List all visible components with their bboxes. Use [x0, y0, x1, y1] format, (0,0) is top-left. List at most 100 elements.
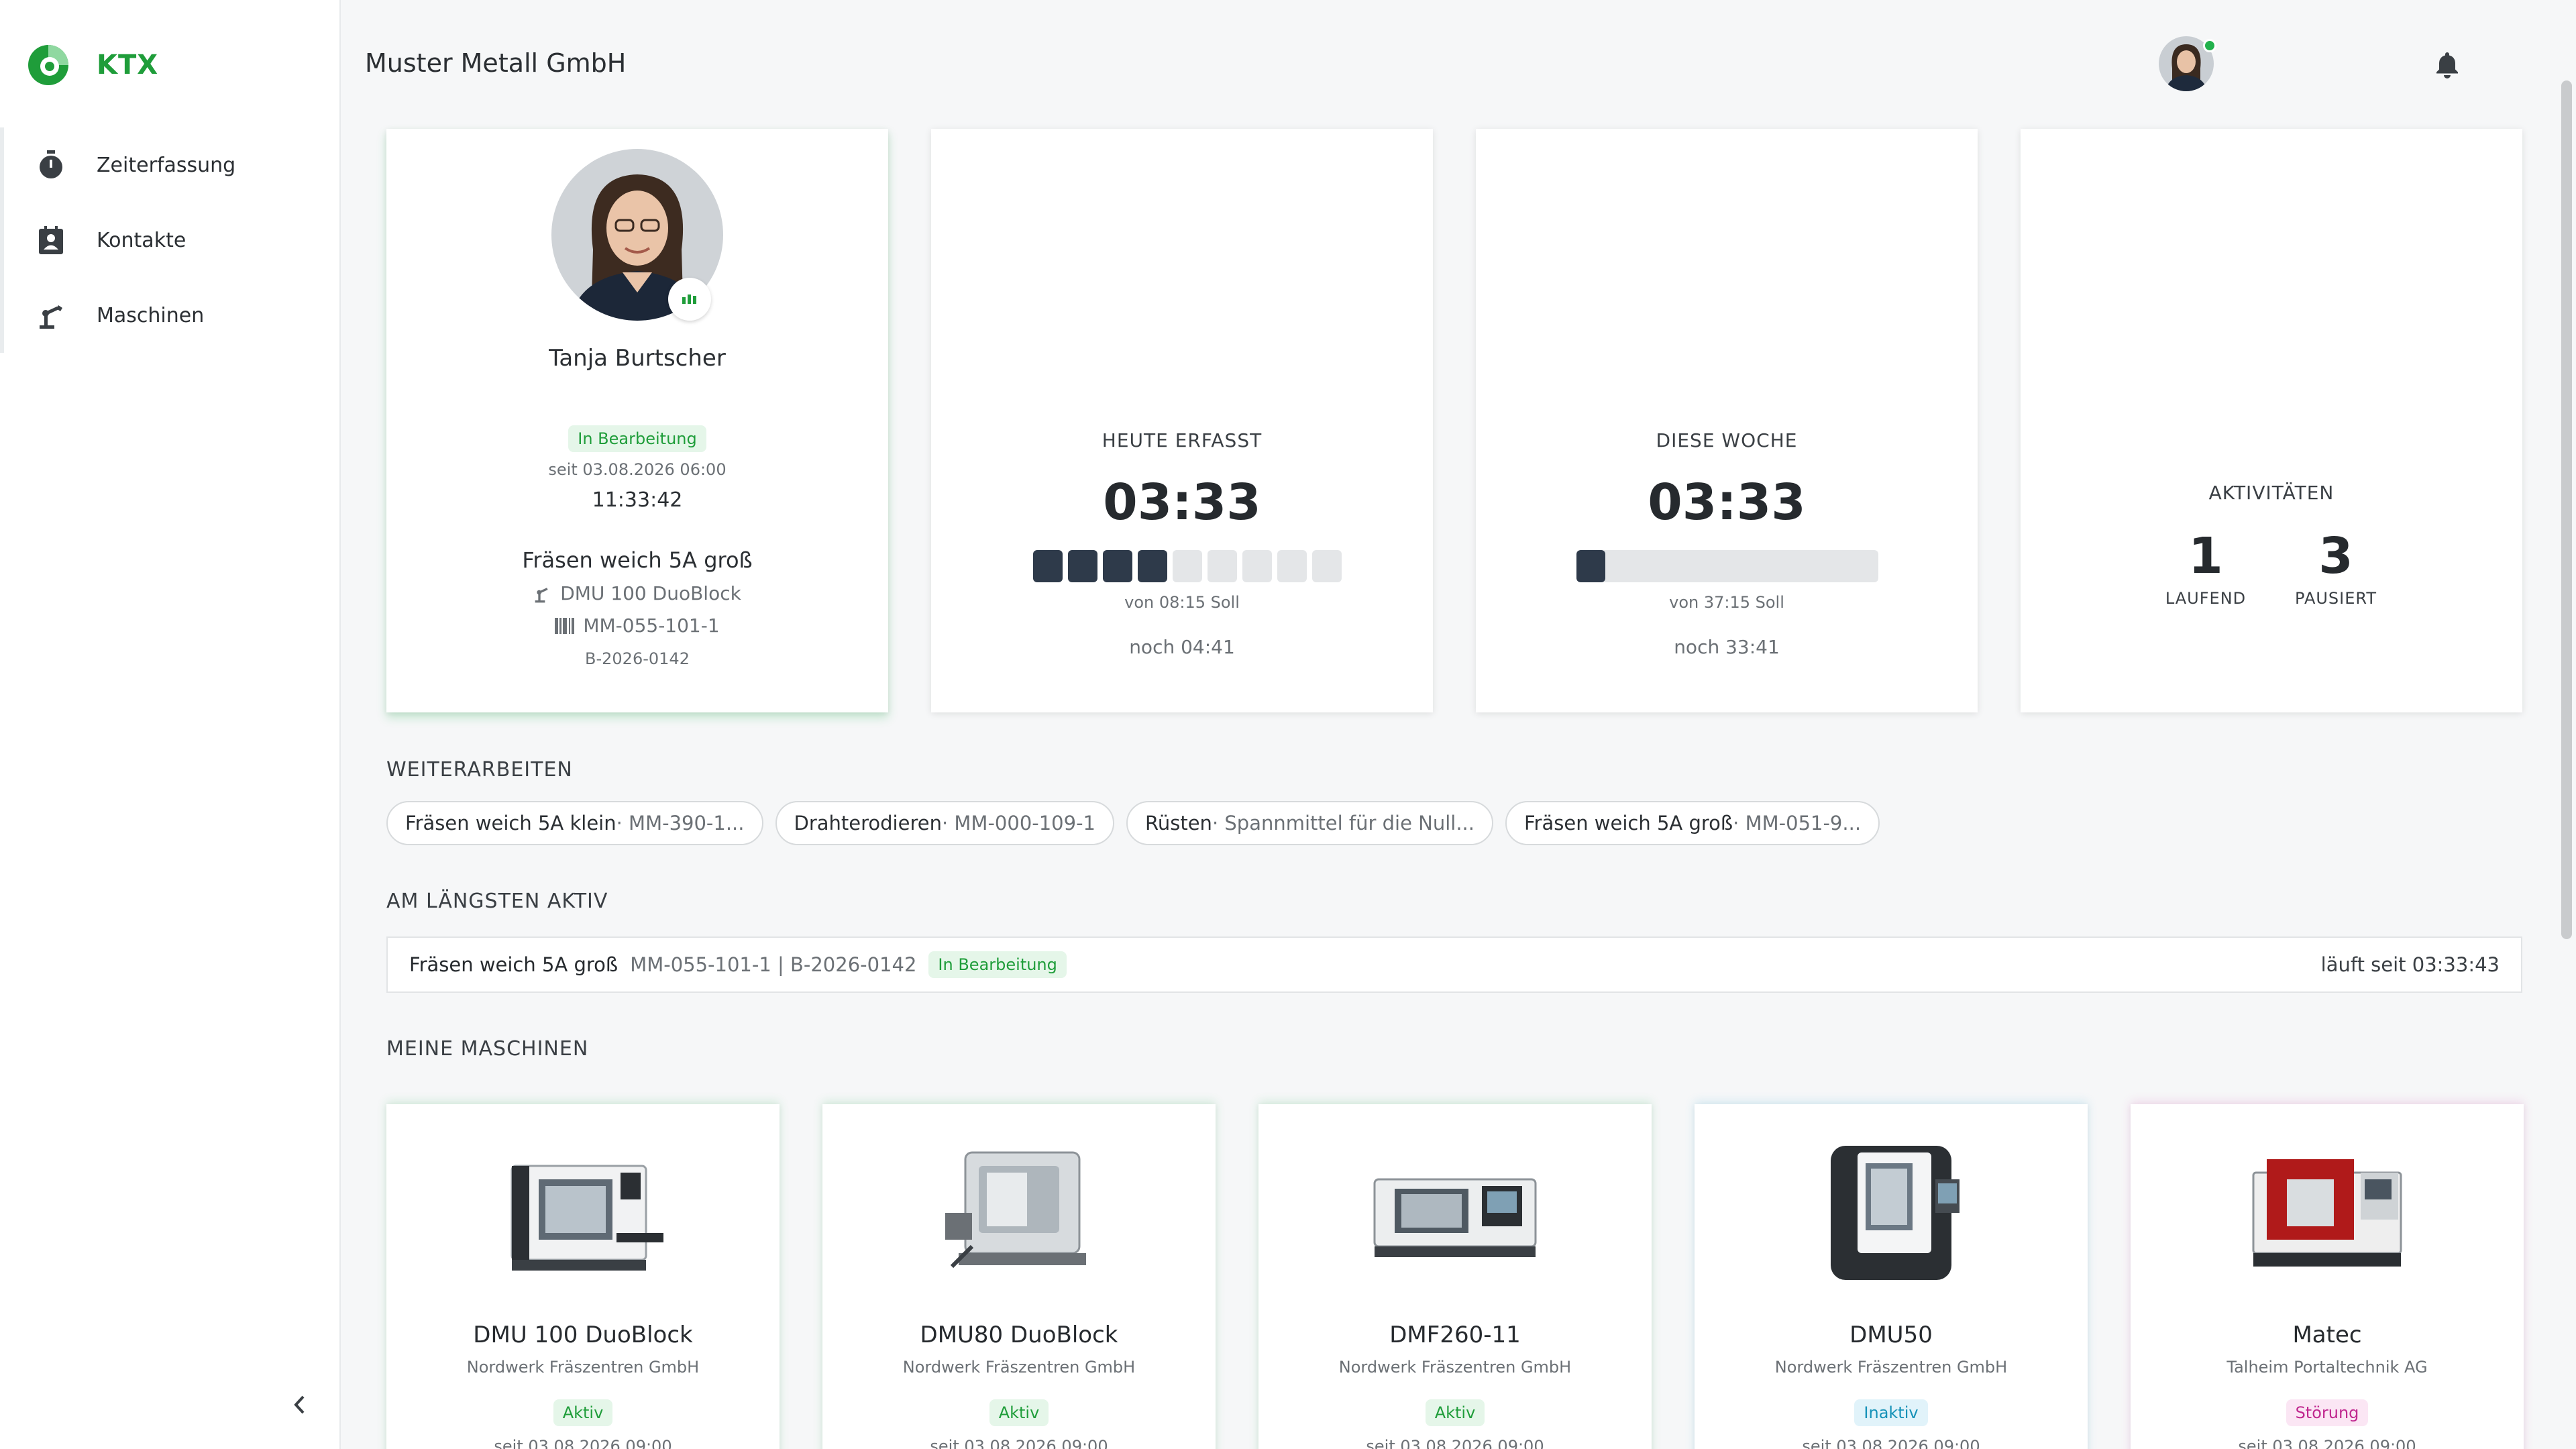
chip-task: Fräsen weich 5A groß	[1523, 812, 1733, 835]
sidebar-item-label: Kontakte	[97, 228, 186, 252]
chip-task: Fräsen weich 5A klein	[405, 812, 616, 835]
longest-meta: MM-055-101-1 | B-2026-0142	[630, 953, 917, 976]
chip-sub: · MM-051-9...	[1733, 812, 1862, 835]
profile-order-label: MM-055-101-1	[583, 614, 720, 637]
profile-status: In Bearbeitung	[386, 425, 888, 452]
progress-segment	[1208, 550, 1237, 582]
profile-machine-label: DMU 100 DuoBlock	[560, 582, 741, 604]
running-label: LAUFEND	[2165, 589, 2247, 608]
machine-status: Störung	[2131, 1399, 2524, 1426]
status-badge: In Bearbeitung	[568, 425, 706, 452]
today-rest: noch 04:41	[1129, 636, 1235, 658]
profile-card[interactable]: Tanja Burtscher In Bearbeitung seit 03.0…	[386, 129, 888, 712]
machine-owner: Nordwerk Fräszentren GmbH	[1774, 1358, 2008, 1377]
profile-batch: B-2026-0142	[585, 649, 690, 668]
continue-chip[interactable]: Rüsten · Spannmittel für die Null...	[1126, 801, 1493, 845]
machine-status: Inaktiv	[1695, 1399, 2088, 1426]
robot-arm-icon	[535, 587, 548, 602]
running-count: 1	[2188, 527, 2223, 585]
week-rest: noch 33:41	[1674, 636, 1780, 658]
machine-name: DMU 100 DuoBlock	[473, 1322, 693, 1348]
week-progress-bar	[1576, 550, 1878, 582]
page-scrollbar[interactable]	[2561, 80, 2572, 939]
machine-since: seit 03.08.2026 09:00	[930, 1437, 1108, 1449]
chip-task: Drahterodieren	[794, 812, 942, 835]
paused-count: 3	[2318, 527, 2353, 585]
activities-title: AKTIVITÄTEN	[2208, 482, 2334, 504]
longest-task: Fräsen weich 5A groß	[409, 953, 619, 976]
topbar: Muster Metall GmbH	[341, 0, 2576, 127]
profile-timer: 11:33:42	[592, 488, 683, 512]
continue-chip[interactable]: Fräsen weich 5A groß · MM-051-9...	[1505, 801, 1880, 845]
brand-name: KTX	[97, 50, 159, 80]
machine-image	[1373, 1178, 1537, 1257]
longest-title: AM LÄNGSTEN AKTIV	[386, 890, 608, 913]
progress-segment	[1312, 550, 1342, 582]
machine-image	[945, 1151, 1086, 1269]
notifications-button[interactable]	[2432, 50, 2462, 79]
progress-segment	[1173, 550, 1202, 582]
longest-active-row[interactable]: Fräsen weich 5A groß MM-055-101-1 | B-20…	[386, 936, 2522, 993]
profile-machine: DMU 100 DuoBlock	[386, 582, 888, 604]
machine-name: DMU50	[1849, 1322, 1933, 1348]
status-badge: In Bearbeitung	[928, 951, 1067, 978]
progress-segment	[1103, 550, 1132, 582]
brand[interactable]: KTX	[27, 42, 158, 89]
sidebar-item-kontakte[interactable]: Kontakte	[4, 203, 341, 278]
today-progress-bar	[1033, 550, 1342, 582]
sidebar-nav: Zeiterfassung Kontakte Maschinen	[0, 127, 341, 353]
machine-name: Matec	[2292, 1322, 2362, 1348]
machine-image	[511, 1165, 663, 1271]
ktx-logo-icon	[28, 45, 68, 85]
paused-label: PAUSIERT	[2295, 589, 2377, 608]
today-soll: von 08:15 Soll	[1124, 593, 1240, 612]
machine-card[interactable]: DMU 100 DuoBlock Nordwerk Fräszentren Gm…	[386, 1104, 780, 1449]
machines-title: MEINE MASCHINEN	[386, 1037, 589, 1061]
sidebar-item-zeiterfassung[interactable]: Zeiterfassung	[4, 127, 341, 203]
continue-chips: Fräsen weich 5A klein · MM-390-1... Drah…	[386, 801, 1880, 845]
bell-icon	[2436, 52, 2458, 78]
profile-name: Tanja Burtscher	[549, 345, 726, 372]
machine-card[interactable]: DMU50 Nordwerk Fräszentren GmbH Inaktiv …	[1695, 1104, 2088, 1449]
machine-status: Aktiv	[386, 1399, 780, 1426]
activities-running[interactable]: 1 LAUFEND	[2139, 527, 2273, 608]
status-badge: Aktiv	[989, 1399, 1049, 1426]
activities-paused[interactable]: 3 PAUSIERT	[2269, 527, 2403, 608]
machine-status: Aktiv	[1258, 1399, 1652, 1426]
contact-card-icon	[35, 224, 67, 256]
machine-owner: Nordwerk Fräszentren GmbH	[902, 1358, 1136, 1377]
profile-since: seit 03.08.2026 06:00	[548, 460, 727, 479]
machine-since: seit 03.08.2026 09:00	[1366, 1437, 1544, 1449]
machine-name: DMU80 DuoBlock	[920, 1322, 1118, 1348]
machine-image	[1831, 1146, 1960, 1280]
status-badge: Aktiv	[553, 1399, 613, 1426]
chip-sub: · Spannmittel für die Null...	[1212, 812, 1474, 835]
machine-owner: Talheim Portaltechnik AG	[2226, 1358, 2428, 1377]
machine-image	[2252, 1159, 2402, 1267]
activities-card: AKTIVITÄTEN 1 LAUFEND 3 PAUSIERT	[2021, 129, 2522, 712]
continue-chip[interactable]: Fräsen weich 5A klein · MM-390-1...	[386, 801, 763, 845]
machine-status: Aktiv	[822, 1399, 1216, 1426]
machine-card[interactable]: Matec Talheim Portaltechnik AG Störung s…	[2131, 1104, 2524, 1449]
company-name: Muster Metall GmbH	[365, 48, 627, 78]
sidebar-item-maschinen[interactable]: Maschinen	[4, 278, 341, 353]
collapse-sidebar-button[interactable]	[284, 1390, 314, 1419]
week-value: 03:33	[1648, 474, 1806, 531]
machine-card[interactable]: DMU80 DuoBlock Nordwerk Fräszentren GmbH…	[822, 1104, 1216, 1449]
stopwatch-icon	[35, 149, 67, 181]
status-badge: Aktiv	[1425, 1399, 1485, 1426]
activity-indicator-icon	[668, 278, 711, 321]
status-badge: Inaktiv	[1854, 1399, 1928, 1426]
robot-arm-icon	[35, 299, 67, 331]
sidebar: KTX Zeiterfassung Kontakte Maschinen	[0, 0, 341, 1449]
machine-card[interactable]: DMF260-11 Nordwerk Fräszentren GmbH Akti…	[1258, 1104, 1652, 1449]
continue-chip[interactable]: Drahterodieren · MM-000-109-1	[775, 801, 1114, 845]
longest-running: läuft seit 03:33:43	[2320, 953, 2500, 976]
progress-segment	[1138, 550, 1167, 582]
chevron-left-icon	[294, 1395, 305, 1414]
machine-owner: Nordwerk Fräszentren GmbH	[466, 1358, 700, 1377]
online-status-dot	[2203, 39, 2216, 52]
today-value: 03:33	[1103, 474, 1261, 531]
sidebar-item-label: Zeiterfassung	[97, 153, 236, 177]
profile-order: MM-055-101-1	[386, 614, 888, 637]
